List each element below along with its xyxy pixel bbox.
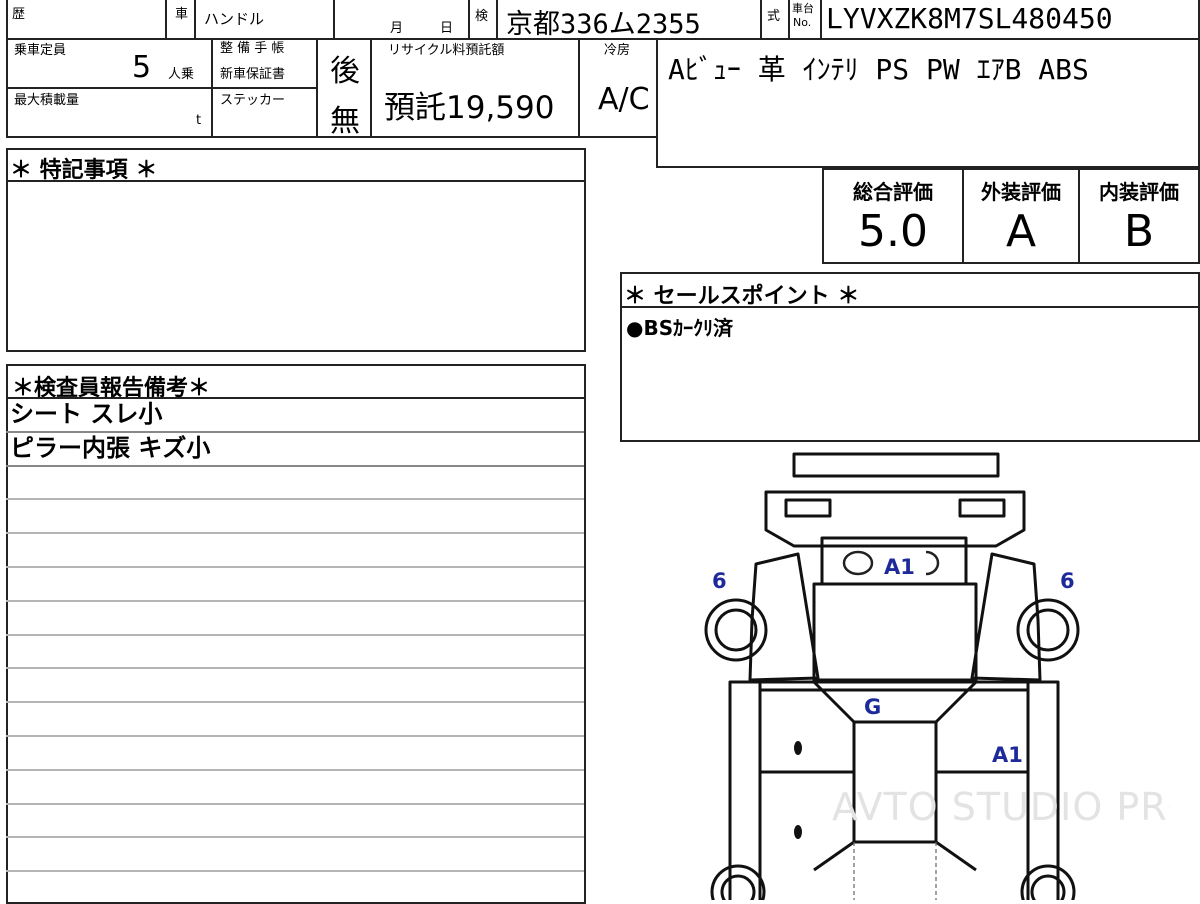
header-divider — [468, 0, 470, 40]
header-divider — [788, 0, 790, 40]
remark-row — [6, 737, 584, 771]
sales-point-item: ●BSｶｰｸﾘ済 — [626, 316, 734, 340]
remark-row — [6, 838, 584, 873]
chassis-label-no: No. — [793, 16, 812, 29]
right-headlight — [958, 498, 1006, 518]
recycle-label: リサイクル料預託額 — [388, 43, 505, 58]
exterior-grade-label: 外装評価 — [981, 180, 1061, 204]
hood-dent-mark — [842, 550, 874, 576]
overall-grade-value: 5.0 — [858, 206, 928, 257]
day-label: 日 — [440, 21, 454, 36]
capacity-unit: 人乗 — [168, 67, 195, 82]
remark-row — [6, 669, 584, 704]
maintenance-value: 後 — [330, 54, 360, 89]
remark-row: シート スレ小 — [6, 399, 584, 433]
left-rear-tire — [710, 864, 766, 900]
hood-dent-mark — [925, 550, 940, 576]
windshield-mark: G — [864, 695, 881, 719]
header-divider — [333, 0, 335, 40]
right-side-mark: A1 — [992, 743, 1023, 767]
spec-divider — [211, 38, 213, 138]
spec-divider — [578, 38, 580, 138]
right-fender — [970, 552, 1042, 682]
maintenance-label: 新車保証書 — [220, 67, 286, 82]
header-divider — [820, 0, 822, 40]
watermark: AVTO STUDIO PRO — [832, 785, 1170, 829]
sticker-label: ステッカー — [220, 93, 286, 108]
car-damage-diagram: 6 6 A1 G A1 AVTO STUDIO PRO — [704, 452, 1170, 900]
sales-points-title: ＊ セールスポイント ＊ — [624, 284, 860, 309]
remark-row — [6, 805, 584, 839]
door-handle — [794, 741, 802, 755]
remark-row — [6, 703, 584, 737]
max-load-unit: t — [196, 113, 202, 128]
exterior-grade-value: A — [1005, 206, 1037, 257]
left-rear-tire — [720, 874, 756, 900]
month-label: 月 — [390, 21, 404, 36]
header-divider — [194, 0, 196, 40]
windshield — [812, 582, 978, 682]
recycle-value: 預託19,590 — [384, 90, 555, 126]
door-handle — [794, 825, 802, 839]
right-tire-mark: 6 — [1060, 569, 1075, 593]
right-rear-tire — [1020, 864, 1076, 900]
history-label: 歴 — [12, 7, 26, 22]
capacity-value: 5 — [132, 50, 152, 85]
remark-row — [6, 534, 584, 568]
handle-label: ハンドル — [204, 10, 265, 28]
maintenance-label: 整 備 手 帳 — [220, 41, 285, 56]
model-label: 式 — [767, 9, 781, 24]
header-divider — [760, 0, 762, 40]
interior-grade-value: B — [1123, 206, 1155, 257]
spec-divider — [6, 87, 316, 89]
ac-value: A/C — [598, 82, 650, 117]
remark-row: ピラー内張 キズ小 — [6, 433, 584, 467]
left-front-tire — [714, 608, 758, 652]
overall-grade-label: 総合評価 — [853, 180, 933, 204]
interior-grade-label: 内装評価 — [1099, 180, 1179, 204]
front-bumper — [792, 452, 1000, 478]
remark-row — [6, 602, 584, 636]
capacity-label: 乗車定員 — [14, 43, 67, 58]
left-headlight — [784, 498, 832, 518]
right-front-tire — [1026, 608, 1070, 652]
remark-row — [6, 467, 584, 501]
remark-row — [6, 568, 584, 602]
remark-row — [6, 771, 584, 805]
chassis-number: LYVXZK8M7SL480450 — [826, 2, 1113, 35]
chassis-label-top: 車台 — [792, 2, 814, 15]
plate-number: 京都336ム2355 — [506, 9, 701, 40]
remark-row — [6, 636, 584, 670]
ac-label: 冷房 — [604, 43, 631, 58]
spec-divider — [316, 38, 318, 138]
sticker-value: 無 — [330, 104, 360, 139]
header-divider — [165, 0, 167, 40]
equipment-list: Aﾋﾞｭｰ 革 ｲﾝﾃﾘ PS PW ｴｱB ABS — [668, 53, 1089, 86]
max-load-label: 最大積載量 — [14, 93, 80, 108]
inspection-label: 検 — [475, 9, 489, 24]
header-divider — [496, 0, 498, 40]
hood-mark: A1 — [884, 555, 915, 579]
left-fender — [748, 552, 820, 682]
left-tire-mark: 6 — [712, 569, 727, 593]
remark-row — [6, 500, 584, 535]
car-label: 車 — [175, 7, 189, 22]
spec-divider — [370, 38, 372, 138]
special-notes-title: ＊ 特記事項 ＊ — [10, 158, 158, 183]
